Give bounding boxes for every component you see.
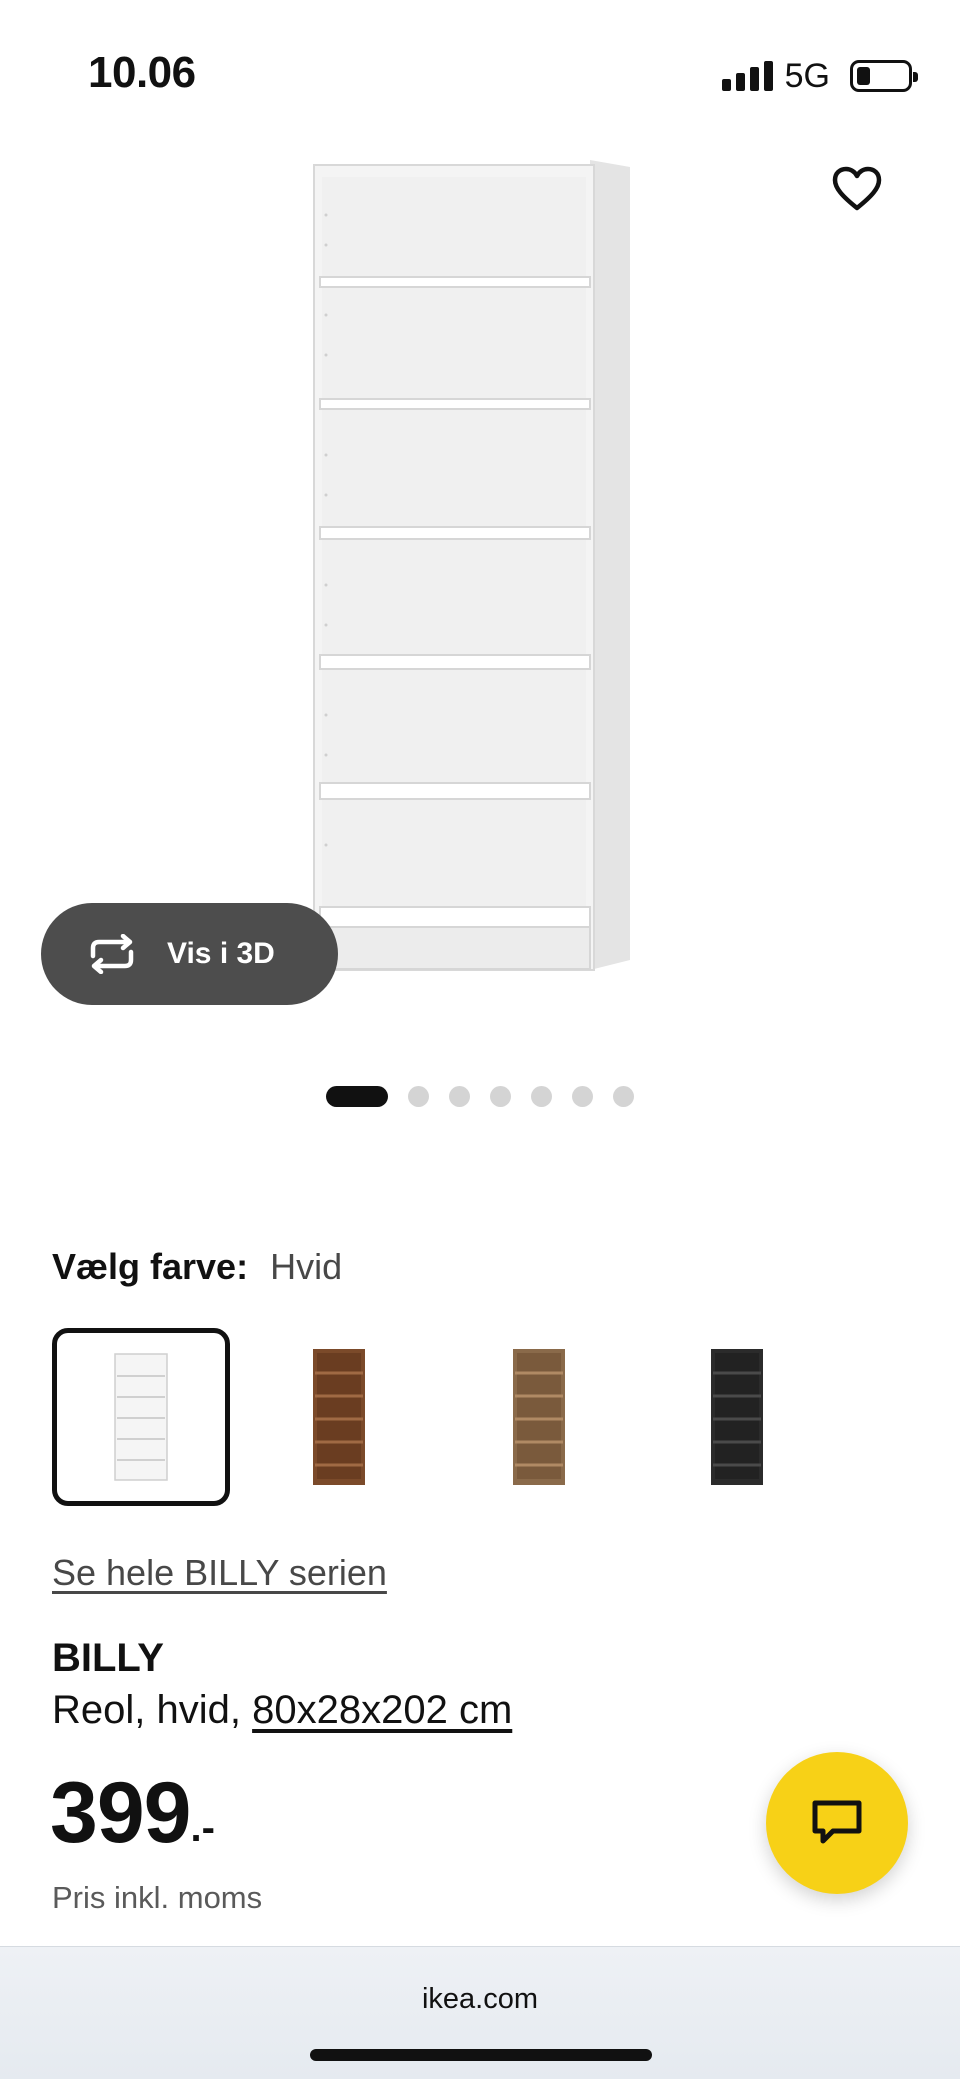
color-swatch-brown-walnut[interactable] — [250, 1328, 428, 1506]
rotate-3d-icon — [90, 934, 134, 974]
carousel-dot[interactable] — [326, 1086, 388, 1107]
signal-icon — [721, 61, 773, 91]
product-name: BILLY — [52, 1636, 164, 1680]
carousel-dots[interactable] — [0, 1086, 960, 1107]
carousel-dot[interactable] — [531, 1086, 552, 1107]
price-amount: 399 — [50, 1765, 191, 1861]
browser-bar: ikea.com — [0, 1946, 960, 2079]
carousel-dot[interactable] — [572, 1086, 593, 1107]
price: 399 .- — [50, 1770, 215, 1856]
color-select-row: Vælg farve: Hvid — [52, 1246, 342, 1288]
swatch-image — [313, 1349, 365, 1485]
color-swatch-black-brown[interactable] — [648, 1328, 826, 1506]
swatch-image — [711, 1349, 763, 1485]
network-type: 5G — [784, 56, 830, 95]
carousel-dot[interactable] — [490, 1086, 511, 1107]
price-note: Pris inkl. moms — [52, 1880, 263, 1915]
home-indicator[interactable] — [310, 2049, 652, 2061]
color-value: Hvid — [270, 1246, 343, 1287]
dimensions-link[interactable]: 80x28x202 cm — [252, 1688, 512, 1732]
carousel-dot[interactable] — [408, 1086, 429, 1107]
view-3d-label: Vis i 3D — [167, 937, 275, 970]
status-time: 10.06 — [88, 48, 196, 97]
swatch-image — [513, 1349, 565, 1485]
chat-icon — [812, 1800, 862, 1844]
product-description: Reol, hvid, 80x28x202 cm — [52, 1688, 512, 1733]
carousel-dot[interactable] — [449, 1086, 470, 1107]
color-label: Vælg farve: — [52, 1246, 249, 1287]
color-swatch-white[interactable] — [52, 1328, 230, 1506]
carousel-dot[interactable] — [613, 1086, 634, 1107]
status-indicators: 5G — [721, 56, 918, 96]
swatch-image — [114, 1353, 168, 1481]
favorite-button[interactable] — [826, 158, 888, 220]
battery-icon — [850, 60, 918, 92]
chat-button[interactable] — [766, 1752, 908, 1894]
color-swatch-oak-effect[interactable] — [450, 1328, 628, 1506]
url-field[interactable]: ikea.com — [0, 1983, 960, 2016]
product-description-prefix: Reol, hvid, — [52, 1688, 253, 1732]
price-suffix: .- — [190, 1806, 215, 1850]
product-image[interactable] — [300, 155, 640, 985]
series-link[interactable]: Se hele BILLY serien — [52, 1552, 387, 1594]
heart-icon — [832, 166, 882, 211]
view-3d-button[interactable]: Vis i 3D — [41, 903, 338, 1005]
